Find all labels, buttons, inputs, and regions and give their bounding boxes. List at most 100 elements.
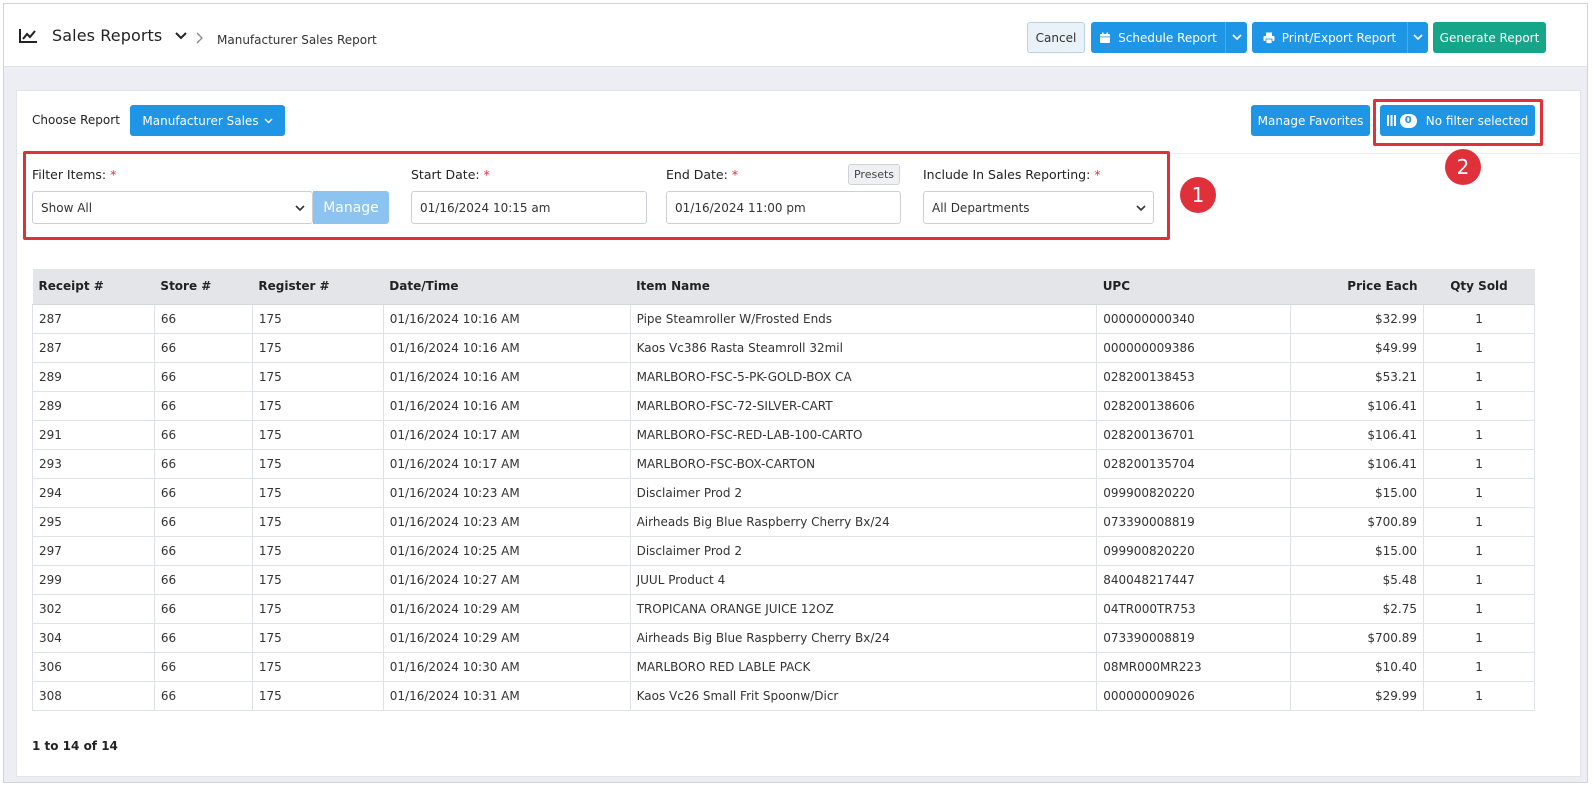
table-cell: 1 — [1423, 593, 1535, 624]
table-cell: 293 — [32, 448, 155, 479]
table-cell: 299 — [32, 564, 155, 595]
table-cell: Kaos Vc26 Small Frit Spoonw/Dicr — [629, 680, 1098, 711]
table-row[interactable]: 293 66 175 01/16/2024 10:17 AM MARLBORO-FSC-… — [32, 448, 1535, 479]
table-row[interactable]: 289 66 175 01/16/2024 10:16 AM MARLBORO-FSC-… — [32, 390, 1535, 421]
table-row[interactable]: 308 66 175 01/16/2024 10:31 AM Kaos Vc26 Sma… — [32, 680, 1535, 711]
table-row[interactable]: 294 66 175 01/16/2024 10:23 AM Disclaimer Pr… — [32, 477, 1535, 508]
table-cell: 1 — [1423, 419, 1535, 450]
sales-table: Receipt # Store # Register # Date/Time I… — [32, 269, 1535, 711]
table-cell: 01/16/2024 10:29 AM — [382, 622, 631, 653]
table-row[interactable]: 299 66 175 01/16/2024 10:27 AM JUUL Product … — [32, 564, 1535, 595]
table-cell: 175 — [251, 535, 384, 566]
table-cell: 175 — [251, 593, 384, 624]
calendar-icon — [1100, 32, 1111, 43]
page-header: Sales Reports Manufacturer Sales Report … — [4, 4, 1587, 67]
manage-items-button[interactable]: Manage — [313, 191, 389, 224]
table-cell: 01/16/2024 10:16 AM — [382, 303, 631, 334]
table-cell: 01/16/2024 10:16 AM — [382, 390, 631, 421]
column-header[interactable]: Store # — [154, 269, 253, 305]
table-cell: 66 — [153, 651, 253, 682]
report-card: Choose Report Manufacturer Sales Manage … — [16, 90, 1581, 777]
table-cell: 294 — [32, 477, 155, 508]
start-date-label: Start Date: * — [411, 167, 490, 182]
filter-items-select[interactable]: Show All — [32, 191, 313, 224]
table-cell: 291 — [32, 419, 155, 450]
table-cell: 66 — [153, 535, 253, 566]
table-cell: Airheads Big Blue Raspberry Cherry Bx/24 — [629, 506, 1098, 537]
table-cell: 306 — [32, 651, 155, 682]
table-cell: 000000009026 — [1096, 680, 1292, 711]
include-reporting-value: All Departments — [932, 200, 1030, 215]
table-cell: TROPICANA ORANGE JUICE 12OZ — [629, 593, 1098, 624]
table-cell: 028200138453 — [1096, 361, 1292, 392]
column-header[interactable]: Receipt # — [32, 269, 155, 305]
table-cell: $106.41 — [1290, 448, 1425, 479]
table-cell: 000000009386 — [1096, 332, 1292, 363]
column-header[interactable]: UPC — [1096, 269, 1291, 305]
table-row[interactable]: 289 66 175 01/16/2024 10:16 AM MARLBORO-FSC-… — [32, 361, 1535, 392]
schedule-report-dropdown[interactable] — [1225, 22, 1247, 53]
table-row[interactable]: 297 66 175 01/16/2024 10:25 AM Disclaimer Pr… — [32, 535, 1535, 566]
table-row[interactable]: 291 66 175 01/16/2024 10:17 AM MARLBORO-FSC-… — [32, 419, 1535, 450]
table-cell: 1 — [1423, 477, 1535, 508]
chevron-down-icon — [1231, 34, 1242, 41]
filter-items-label: Filter Items: * — [32, 167, 117, 182]
column-header[interactable]: Register # — [252, 269, 384, 305]
table-cell: 073390008819 — [1096, 622, 1292, 653]
table-cell: 04TR000TR753 — [1096, 593, 1292, 624]
table-cell: 66 — [153, 622, 253, 653]
table-cell: 073390008819 — [1096, 506, 1292, 537]
table-cell: 175 — [251, 448, 384, 479]
cancel-button[interactable]: Cancel — [1027, 22, 1085, 53]
table-row[interactable]: 304 66 175 01/16/2024 10:29 AM Airheads Big … — [32, 622, 1535, 653]
table-row[interactable]: 302 66 175 01/16/2024 10:29 AM TROPICANA ORA… — [32, 593, 1535, 624]
table-cell: 175 — [251, 419, 384, 450]
table-cell: Kaos Vc386 Rasta Steamroll 32mil — [629, 332, 1098, 363]
table-cell: 287 — [32, 332, 155, 363]
print-export-button[interactable]: Print/Export Report — [1252, 22, 1407, 53]
table-cell: 66 — [153, 332, 253, 363]
table-cell: 1 — [1423, 506, 1535, 537]
table-cell: Airheads Big Blue Raspberry Cherry Bx/24 — [629, 622, 1098, 653]
chevron-down-icon — [175, 31, 188, 39]
table-row[interactable]: 287 66 175 01/16/2024 10:16 AM Kaos Vc386 Ra… — [32, 332, 1535, 363]
table-cell: 01/16/2024 10:25 AM — [382, 535, 631, 566]
generate-report-button[interactable]: Generate Report — [1433, 22, 1546, 53]
schedule-report-button[interactable]: Schedule Report — [1091, 22, 1225, 53]
table-cell: 1 — [1423, 390, 1535, 421]
table-cell: $5.48 — [1290, 564, 1425, 595]
column-header[interactable]: Price Each — [1290, 269, 1424, 305]
end-date-input[interactable]: 01/16/2024 11:00 pm — [666, 191, 901, 224]
manage-favorites-button[interactable]: Manage Favorites — [1251, 105, 1370, 136]
table-cell: $700.89 — [1290, 506, 1425, 537]
table-cell: 1 — [1423, 448, 1535, 479]
table-cell: $106.41 — [1290, 419, 1425, 450]
schedule-report-label: Schedule Report — [1118, 30, 1217, 45]
column-header[interactable]: Qty Sold — [1423, 269, 1535, 305]
column-header[interactable]: Date/Time — [383, 269, 631, 305]
table-cell: 175 — [251, 332, 384, 363]
table-row[interactable]: 306 66 175 01/16/2024 10:30 AM MARLBORO RED … — [32, 651, 1535, 682]
presets-button[interactable]: Presets — [848, 164, 900, 185]
table-cell: 304 — [32, 622, 155, 653]
include-reporting-select[interactable]: All Departments — [923, 191, 1154, 224]
table-cell: 175 — [251, 564, 384, 595]
table-cell: 1 — [1423, 564, 1535, 595]
column-header[interactable]: Item Name — [630, 269, 1097, 305]
table-row[interactable]: 295 66 175 01/16/2024 10:23 AM Airheads Big … — [32, 506, 1535, 537]
table-cell: MARLBORO-FSC-RED-LAB-100-CARTO — [629, 419, 1098, 450]
table-cell: 66 — [153, 477, 253, 508]
table-cell: 099900820220 — [1096, 535, 1292, 566]
table-cell: $15.00 — [1290, 477, 1425, 508]
print-export-dropdown[interactable] — [1407, 22, 1428, 53]
table-cell: 66 — [153, 680, 253, 711]
table-row[interactable]: 287 66 175 01/16/2024 10:16 AM Pipe Steamrol… — [32, 303, 1535, 334]
table-cell: 1 — [1423, 651, 1535, 682]
table-cell: 66 — [153, 303, 253, 334]
table-cell: 1 — [1423, 622, 1535, 653]
report-title-dropdown[interactable]: Sales Reports — [18, 26, 188, 45]
table-cell: 66 — [153, 361, 253, 392]
table-cell: 01/16/2024 10:27 AM — [382, 564, 631, 595]
report-select-button[interactable]: Manufacturer Sales — [130, 105, 285, 136]
start-date-input[interactable]: 01/16/2024 10:15 am — [411, 191, 647, 224]
